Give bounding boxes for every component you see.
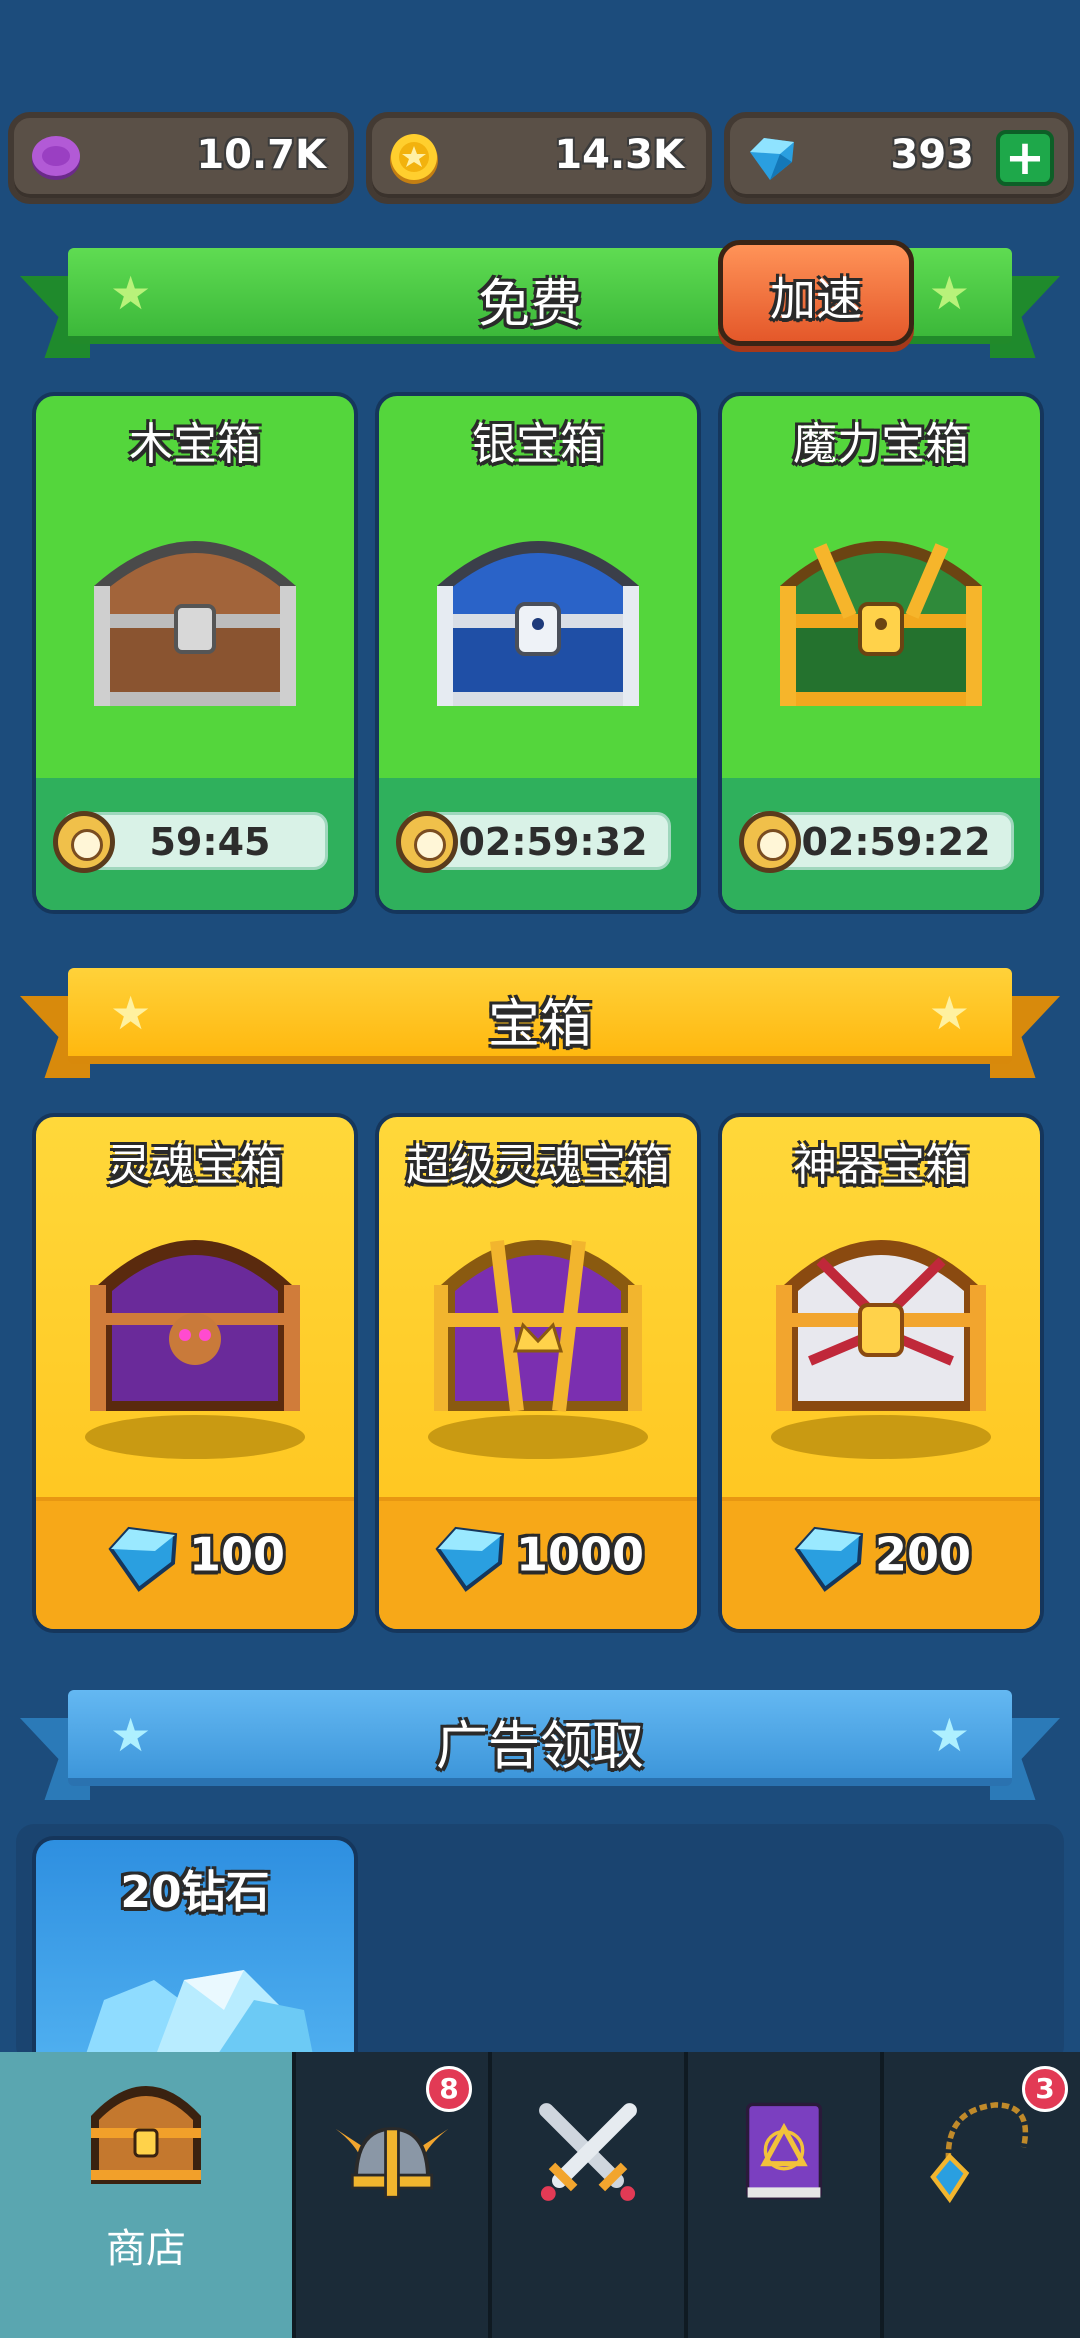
amulet-icon — [930, 2102, 1029, 2204]
purple-currency-value: 10.7K — [196, 132, 326, 178]
wooden-chest-icon — [94, 541, 296, 706]
diamond-icon — [108, 1526, 178, 1592]
magic-chest-icon — [780, 541, 982, 706]
chest-name: 银宝箱 — [472, 419, 604, 470]
magic-chest-card[interactable]: 魔力宝箱 02:59:22 — [718, 392, 1044, 914]
chest-price: 100 — [36, 1523, 354, 1593]
silver-chest-icon — [437, 541, 639, 706]
chest-timer: 59:45 — [53, 811, 328, 873]
viking-helmet-icon — [335, 2127, 449, 2199]
price-footer: 200 — [722, 1497, 1040, 1629]
tab-spellbook[interactable] — [688, 2052, 880, 2338]
gold-currency-value: 14.3K — [554, 132, 684, 178]
price-footer: 1000 — [379, 1497, 697, 1629]
silver-chest-card[interactable]: 银宝箱 02:59:32 — [375, 392, 701, 914]
gold-currency-counter: 14.3K — [366, 112, 712, 204]
timer-value: 02:59:22 — [801, 820, 991, 864]
chest-name: 超级灵魂宝箱 — [406, 1140, 670, 1191]
timer-footer: 02:59:32 — [379, 778, 697, 910]
free-section-ribbon: ★ ★ 免费 加速 — [20, 240, 1060, 368]
ad-section-ribbon: ★ ★ 广告领取 — [20, 1690, 1060, 1810]
diamond-currency-value: 393 — [890, 132, 975, 178]
super-soul-chest-icon — [428, 1240, 648, 1459]
tab-battle[interactable] — [492, 2052, 684, 2338]
timer-value: 02:59:32 — [458, 820, 648, 864]
diamond-pile-icon — [84, 1970, 314, 2060]
chest-name: 木宝箱 — [129, 419, 261, 470]
speedup-button[interactable]: 加速 — [718, 240, 914, 346]
price-value: 200 — [874, 1527, 972, 1582]
bottom-nav: 商店 8 3 — [0, 2052, 1080, 2338]
add-diamonds-button[interactable]: + — [996, 130, 1054, 186]
chest-section-title: 宝箱 — [487, 995, 592, 1055]
chest-price: 1000 — [379, 1523, 697, 1593]
ad-section-title: 广告领取 — [435, 1717, 644, 1777]
chest-timer: 02:59:22 — [739, 811, 1014, 873]
soul-chest-card[interactable]: 灵魂宝箱 100 — [32, 1113, 358, 1633]
price-value: 100 — [188, 1527, 286, 1582]
artifact-chest-icon — [771, 1240, 991, 1459]
diamond-icon — [794, 1526, 864, 1592]
soul-chest-icon — [85, 1240, 305, 1459]
chest-name: 灵魂宝箱 — [107, 1140, 283, 1191]
timer-footer: 02:59:22 — [722, 778, 1040, 910]
shop-chest-icon — [91, 2086, 201, 2184]
price-value: 1000 — [515, 1527, 645, 1582]
chest-name: 神器宝箱 — [793, 1140, 969, 1191]
purple-gem-icon — [32, 136, 80, 180]
chest-price: 200 — [722, 1523, 1040, 1593]
artifact-chest-card[interactable]: 神器宝箱 200 — [718, 1113, 1044, 1633]
speedup-label: 加速 — [770, 272, 862, 326]
price-footer: 100 — [36, 1497, 354, 1629]
timer-value: 59:45 — [149, 820, 271, 864]
chest-name: 魔力宝箱 — [793, 419, 969, 470]
chest-section-ribbon: ★ ★ 宝箱 — [20, 968, 1060, 1088]
spellbook-icon — [745, 2102, 823, 2200]
crossed-swords-icon — [539, 2103, 637, 2201]
notification-badge: 3 — [1022, 2066, 1068, 2112]
timer-footer: 59:45 — [36, 778, 354, 910]
purple-currency-counter: 10.7K — [8, 112, 354, 204]
chest-timer: 02:59:32 — [396, 811, 671, 873]
super-soul-chest-card[interactable]: 超级灵魂宝箱 1000 — [375, 1113, 701, 1633]
diamond-currency-counter: 393 + — [724, 112, 1074, 204]
notification-badge: 8 — [426, 2066, 472, 2112]
tab-heroes[interactable]: 8 — [296, 2052, 488, 2338]
diamond-icon — [435, 1526, 505, 1592]
tab-shop[interactable]: 商店 — [0, 2052, 292, 2338]
tab-shop-label: 商店 — [106, 2226, 186, 2272]
wooden-chest-card[interactable]: 木宝箱 59:45 — [32, 392, 358, 914]
diamond-icon — [750, 138, 794, 180]
tab-equipment[interactable]: 3 — [884, 2052, 1080, 2338]
ad-item-name: 20钻石 — [120, 1867, 270, 1918]
gold-coin-icon — [390, 134, 438, 184]
